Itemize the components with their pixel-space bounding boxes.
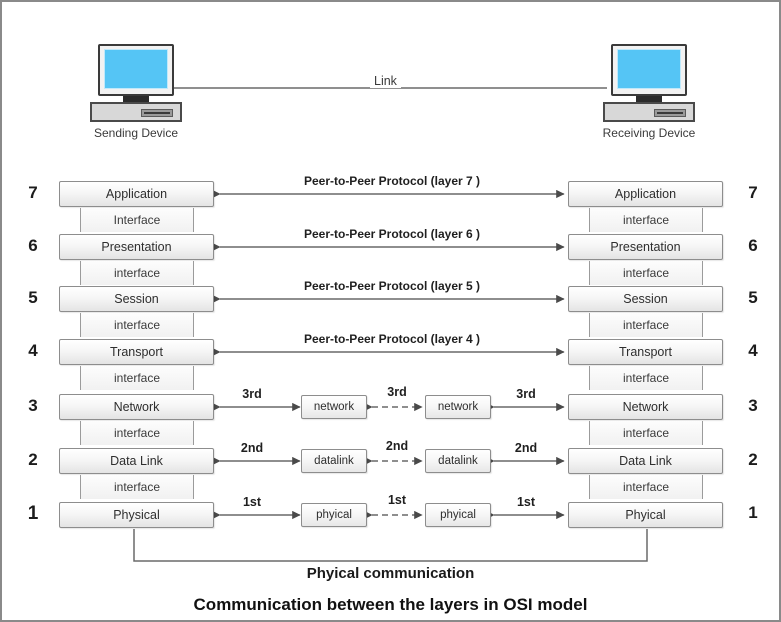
left-layer-number-5: 5 bbox=[28, 288, 38, 307]
peer-protocol-layer-7: Peer-to-Peer Protocol (layer 7 ) bbox=[303, 174, 481, 188]
left-interface-7-6: Interface bbox=[80, 208, 194, 232]
left-layer-data-link[interactable]: Data Link bbox=[59, 448, 214, 474]
sending-device-label: Sending Device bbox=[93, 126, 179, 140]
disk-drive-icon bbox=[141, 109, 173, 117]
computer-base-icon bbox=[90, 102, 182, 122]
left-layer-session[interactable]: Session bbox=[59, 286, 214, 312]
diagram-title: Communication between the layers in OSI … bbox=[193, 595, 588, 614]
left-layer-number-2: 2 bbox=[28, 450, 38, 469]
right-layer-number-1: 1 bbox=[748, 503, 758, 522]
left-layer-number-7: 7 bbox=[28, 183, 38, 202]
right-layer-number-7: 7 bbox=[748, 183, 758, 202]
right-layer-presentation[interactable]: Presentation bbox=[568, 234, 723, 260]
left-layer-presentation[interactable]: Presentation bbox=[59, 234, 214, 260]
left-interface-3-2: interface bbox=[80, 421, 194, 445]
left-layer-number-6: 6 bbox=[28, 236, 38, 255]
screen-icon bbox=[104, 49, 168, 89]
physical-ordinal-right: 1st bbox=[516, 495, 536, 509]
intermediate-node-datalink-left[interactable]: datalink bbox=[301, 449, 367, 473]
left-layer-transport[interactable]: Transport bbox=[59, 339, 214, 365]
right-layer-number-5: 5 bbox=[748, 288, 758, 307]
diagram-frame: Sending Device Receiving Device Link 7 6… bbox=[0, 0, 781, 622]
right-layer-number-4: 4 bbox=[748, 341, 758, 360]
left-interface-2-1: interface bbox=[80, 475, 194, 499]
network-ordinal-right: 3rd bbox=[516, 387, 536, 401]
right-layer-transport[interactable]: Transport bbox=[568, 339, 723, 365]
right-interface-2-1: interface bbox=[589, 475, 703, 499]
network-ordinal-left: 3rd bbox=[242, 387, 262, 401]
right-layer-session[interactable]: Session bbox=[568, 286, 723, 312]
left-layer-number-3: 3 bbox=[28, 396, 38, 415]
network-ordinal-middle: 3rd bbox=[387, 385, 407, 399]
physical-ordinal-middle: 1st bbox=[387, 493, 407, 507]
left-layer-number-4: 4 bbox=[28, 341, 38, 360]
right-interface-3-2: interface bbox=[589, 421, 703, 445]
intermediate-node-physical-left[interactable]: phyical bbox=[301, 503, 367, 527]
right-interface-4-3: interface bbox=[589, 366, 703, 390]
right-layer-network[interactable]: Network bbox=[568, 394, 723, 420]
physical-ordinal-left: 1st bbox=[242, 495, 262, 509]
left-interface-4-3: interface bbox=[80, 366, 194, 390]
intermediate-node-network-right[interactable]: network bbox=[425, 395, 491, 419]
right-interface-6-5: interface bbox=[589, 261, 703, 285]
left-layer-physical[interactable]: Physical bbox=[59, 502, 214, 528]
diagram-canvas: Sending Device Receiving Device Link 7 6… bbox=[2, 2, 779, 620]
right-interface-5-4: interface bbox=[589, 313, 703, 337]
datalink-ordinal-middle: 2nd bbox=[385, 439, 409, 453]
link-label: Link bbox=[370, 74, 401, 88]
sending-device: Sending Device bbox=[90, 44, 182, 140]
disk-drive-icon bbox=[654, 109, 686, 117]
monitor-icon bbox=[611, 44, 687, 96]
left-layer-network[interactable]: Network bbox=[59, 394, 214, 420]
right-layer-number-2: 2 bbox=[748, 450, 758, 469]
right-layer-number-6: 6 bbox=[748, 236, 758, 255]
right-layer-number-3: 3 bbox=[748, 396, 758, 415]
right-interface-7-6: interface bbox=[589, 208, 703, 232]
left-interface-6-5: interface bbox=[80, 261, 194, 285]
intermediate-node-network-left[interactable]: network bbox=[301, 395, 367, 419]
datalink-ordinal-left: 2nd bbox=[240, 441, 264, 455]
peer-protocol-layer-6: Peer-to-Peer Protocol (layer 6 ) bbox=[303, 227, 481, 241]
left-layer-number-1: 1 bbox=[27, 503, 39, 524]
left-interface-5-4: interface bbox=[80, 313, 194, 337]
left-layer-application[interactable]: Application bbox=[59, 181, 214, 207]
right-layer-application[interactable]: Application bbox=[568, 181, 723, 207]
peer-protocol-layer-4: Peer-to-Peer Protocol (layer 4 ) bbox=[303, 332, 481, 346]
intermediate-node-datalink-right[interactable]: datalink bbox=[425, 449, 491, 473]
right-layer-data-link[interactable]: Data Link bbox=[568, 448, 723, 474]
monitor-icon bbox=[98, 44, 174, 96]
datalink-ordinal-right: 2nd bbox=[514, 441, 538, 455]
screen-icon bbox=[617, 49, 681, 89]
receiving-device-label: Receiving Device bbox=[602, 126, 696, 140]
right-layer-physical[interactable]: Phyical bbox=[568, 502, 723, 528]
receiving-device: Receiving Device bbox=[603, 44, 695, 140]
physical-communication-label: Phyical communication bbox=[306, 565, 475, 582]
intermediate-node-physical-right[interactable]: phyical bbox=[425, 503, 491, 527]
computer-base-icon bbox=[603, 102, 695, 122]
peer-protocol-layer-5: Peer-to-Peer Protocol (layer 5 ) bbox=[303, 279, 481, 293]
